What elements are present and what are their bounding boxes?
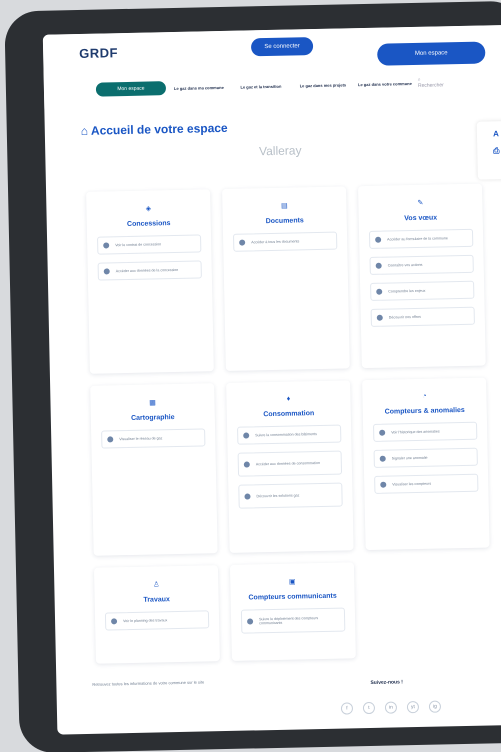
screen: GRDF Se connecter Mon espace Mon espace … [42,24,501,735]
card-title: Cartographie [130,414,175,422]
card-voeux: ✎ Vos vœux Accéder au formulaire de la c… [358,183,486,369]
card-link[interactable]: Comprendre les enjeux [370,280,475,301]
card-title: Travaux [143,596,170,604]
accessibility-tools: A ⎙ [476,120,501,180]
map-icon: ▦ [149,399,156,407]
card-link[interactable]: Voir le contrat de concession [97,234,202,255]
card-link[interactable]: Découvrir les solutions gaz [238,482,343,509]
gauge-icon: ◔ [422,392,427,400]
card-title: Concessions [126,220,171,229]
card-title: Vos vœux [404,214,438,223]
card-link[interactable]: Signaler une anomalie [373,447,478,468]
facebook-icon[interactable]: f [340,702,354,715]
card-link[interactable]: Suivre le déploiement des compteurs comm… [240,607,346,634]
card-documents: ▤ Documents Accéder à tous les documents [222,186,350,371]
card-title: Compteurs communicants [248,592,337,602]
card-compteurs-communicants: ▣ Compteurs communicants Suivre le déplo… [229,562,356,661]
card-title: Compteurs & anomalies [384,406,465,416]
card-travaux: ♙ Travaux Voir le planning des travaux [93,565,220,664]
card-link[interactable]: Voir le planning des travaux [104,610,210,631]
tablet-frame: GRDF Se connecter Mon espace Mon espace … [4,0,501,752]
instagram-icon[interactable]: ig [428,700,442,713]
nav-item-commune[interactable]: Le gaz dans ma commune [170,84,228,90]
card-title: Documents [265,217,304,226]
doc-icon [103,242,110,249]
grdf-logo[interactable]: GRDF [79,45,118,61]
footer-text: Retrouvez toutes les informations de vot… [92,679,205,687]
doc-icon [375,262,382,269]
commune-name: Valleray [258,143,302,159]
card-link[interactable]: Accéder aux données de la concession [97,260,202,281]
contract-icon: ◈ [145,205,152,213]
card-link[interactable]: Accéder au formulaire de la commune [368,228,474,249]
card-link[interactable]: Accéder aux données de consommation [237,450,343,477]
twitter-icon[interactable]: t [362,701,376,715]
account-button[interactable]: Mon espace [377,41,486,66]
card-cartographie: ▦ Cartographie Visualiser le réseau de g… [90,383,218,556]
card-consommation: ♦ Consommation Suivre la consommation de… [226,380,354,553]
card-link[interactable]: Accéder à tous les documents [232,231,338,252]
youtube-icon[interactable]: yt [406,700,420,714]
doc-icon [247,618,254,625]
print-icon[interactable]: ⎙ [477,146,501,157]
card-title: Consommation [263,410,315,419]
nav-item-mon-espace[interactable]: Mon espace [95,81,167,97]
card-link[interactable]: Voir l'historique des anomalies [373,421,478,442]
follow-us: Suivez-nous ! [370,679,404,687]
doc-icon [379,429,386,436]
social-links: f t in yt ig [340,700,442,715]
doc-icon [376,314,383,321]
search-link[interactable]: ⌕ Rechercher [418,76,448,89]
login-button[interactable]: Se connecter [250,37,314,57]
card-link[interactable]: Connaître vos actions [369,254,474,275]
font-size-icon[interactable]: A [477,129,501,139]
card-link[interactable]: Visualiser le réseau de gaz [101,428,206,449]
doc-icon [243,432,250,439]
doc-icon [376,288,383,295]
doc-icon [239,239,246,246]
nav-item-transition[interactable]: Le gaz et la transition [232,83,290,89]
doc-icon [380,481,387,488]
linkedin-icon[interactable]: in [384,701,398,714]
card-link[interactable]: Découvrir nos offres [370,306,475,327]
card-link[interactable]: Suivre la consommation des bâtiments [237,424,342,445]
card-concessions: ◈ Concessions Voir le contrat de concess… [86,189,214,374]
nav-item-votre-commune[interactable]: Le gaz dans votre commune [356,80,414,87]
top-bar: GRDF Se connecter Mon espace Mon espace … [42,24,501,109]
doc-icon [107,436,114,443]
doc-icon [244,493,251,500]
flame-icon: ♦ [286,395,291,403]
doc-icon [375,236,382,243]
footer: Retrouvez toutes les informations de vot… [92,673,501,715]
document-icon: ▤ [281,202,288,210]
meter-icon: ▣ [288,578,296,586]
main-nav: Mon espace Le gaz dans ma commune Le gaz… [95,69,496,101]
page-title: ⌂ Accueil de votre espace [80,120,228,138]
wish-icon: ✎ [417,199,424,207]
worker-icon: ♙ [153,581,160,589]
doc-icon [111,618,118,625]
doc-icon [103,268,110,275]
card-compteurs-anomalies: ◔ Compteurs & anomalies Voir l'historiqu… [362,377,490,551]
doc-icon [243,461,250,468]
doc-icon [379,455,386,462]
card-link[interactable]: Visualiser les compteurs [374,473,479,494]
nav-item-projets[interactable]: Le gaz dans mes projets [294,82,352,88]
